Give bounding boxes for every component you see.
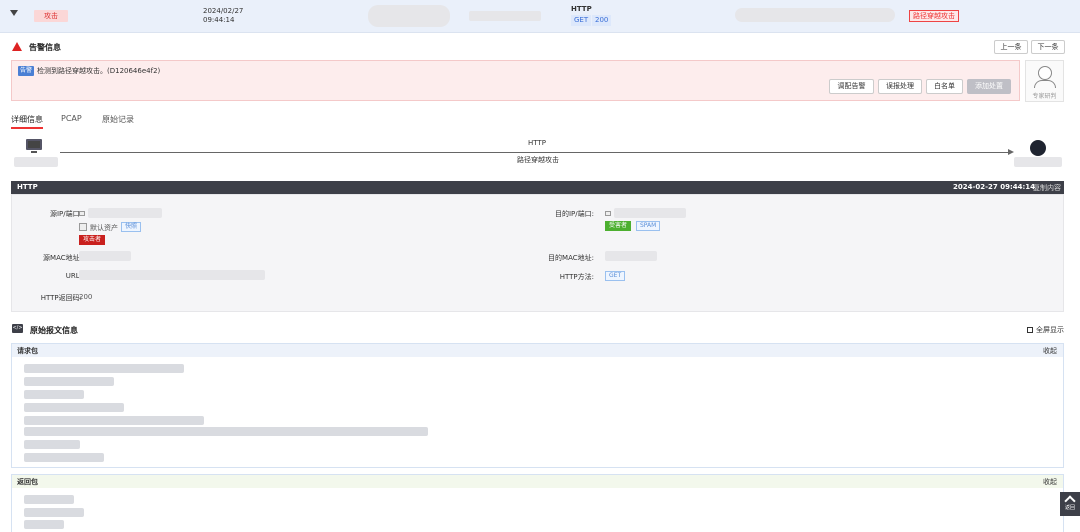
event-date: 2024/02/27 [203, 7, 244, 15]
http-method-tag: GET [605, 271, 626, 281]
globe-icon [1030, 140, 1046, 156]
flow-threat: 路径穿越攻击 [517, 156, 559, 164]
false-positive-button[interactable]: 误报处理 [878, 79, 922, 94]
alert-message: 检测到路径穿越攻击。(D120646e4f2) [37, 67, 161, 75]
dst-flag-icon [605, 211, 611, 216]
http-method-label: HTTP方法: [559, 273, 594, 281]
threat-type-badge: 路径穿越攻击 [909, 10, 959, 22]
tab-raw-record[interactable]: 原始记录 [102, 114, 134, 125]
spam-tag: SPAM [636, 221, 661, 231]
back-to-top-button[interactable]: 返回 [1060, 492, 1080, 516]
redacted-request-line [24, 390, 84, 399]
redacted-src-ip [88, 208, 162, 218]
src-asset: 默认资产 [90, 224, 118, 232]
request-packet-header: 请求包 收起 [12, 344, 1063, 357]
redacted-response-line [24, 520, 64, 529]
redacted-source [368, 5, 450, 27]
http-panel-header: HTTP 2024-02-27 09:44:14 复制内容 [11, 181, 1064, 194]
request-label: 请求包 [17, 347, 38, 355]
tab-pcap[interactable]: PCAP [61, 114, 82, 123]
expert-review-button[interactable]: 专家研判 [1025, 60, 1064, 102]
http-panel-title: HTTP [17, 183, 38, 191]
expert-body-icon [1033, 80, 1056, 88]
protocol-label: HTTP [571, 5, 592, 13]
whitelist-button[interactable]: 白名单 [926, 79, 963, 94]
alert-section-title: 告警信息 [29, 43, 61, 52]
status-code-badge: 200 [592, 15, 612, 26]
dst-ip-label: 目的IP/端口: [554, 210, 594, 218]
redacted-request-line [24, 440, 80, 449]
add-disposal-button[interactable]: 添加处置 [967, 79, 1011, 94]
redacted-request-line [24, 364, 184, 373]
expert-label: 专家研判 [1032, 93, 1057, 100]
fullscreen-icon [1027, 327, 1033, 333]
http-timestamp: 2024-02-27 09:44:14 [953, 183, 1036, 191]
response-packet: 返回包 收起 [11, 474, 1064, 532]
redacted-src-mac [79, 251, 131, 261]
response-collapse-button[interactable]: 收起 [1043, 477, 1057, 487]
event-time: 2024/02/27 09:44:14 [203, 7, 243, 25]
response-label: 返回包 [17, 478, 38, 486]
next-button[interactable]: 下一条 [1031, 40, 1065, 54]
redacted-url [735, 8, 895, 22]
redacted-request-line [24, 416, 204, 425]
copy-content-button[interactable]: 复制内容 [1033, 183, 1061, 193]
configure-alert-button[interactable]: 调配告警 [829, 79, 874, 94]
event-clock: 09:44:14 [203, 16, 235, 24]
redacted-dst-mac [605, 251, 657, 261]
attacker-tag: 攻击者 [79, 235, 106, 245]
attack-tag: 攻击 [34, 10, 68, 22]
redacted-request-line [24, 403, 124, 412]
flow-line [60, 152, 1012, 153]
alert-badge: 告警 [18, 66, 34, 76]
computer-stand-icon [31, 151, 37, 153]
event-summary-row[interactable]: 攻击 2024/02/27 09:44:14 HTTP GET 200 路径穿越… [0, 0, 1080, 33]
flow-arrow-icon [1008, 149, 1014, 155]
redacted-dst-host [1014, 157, 1062, 167]
fullscreen-label: 全屏显示 [1036, 326, 1064, 334]
expert-avatar-icon [1037, 66, 1052, 80]
redacted-src-host [14, 157, 58, 167]
raw-section-title: 原始报文信息 [30, 326, 78, 335]
redacted-request-line [24, 453, 104, 462]
redacted-request-line [24, 427, 428, 436]
snapshot-tag[interactable]: 快照 [121, 222, 142, 232]
code-icon: </> [12, 324, 23, 333]
asset-icon [79, 223, 87, 231]
alert-box: 告警 检测到路径穿越攻击。(D120646e4f2) 调配告警 误报处理 白名单… [11, 60, 1020, 101]
request-packet: 请求包 收起 [11, 343, 1064, 468]
fullscreen-button[interactable]: 全屏显示 [1027, 325, 1064, 335]
warning-icon [12, 42, 22, 51]
flow-protocol: HTTP [528, 139, 546, 147]
src-mac-label: 源MAC地址: [43, 254, 82, 262]
redacted-request-line [24, 377, 114, 386]
collapse-caret-icon[interactable] [10, 10, 18, 16]
dst-mac-label: 目的MAC地址: [548, 254, 594, 262]
http-code-label: HTTP返回码: [40, 294, 82, 302]
src-flag-icon [79, 211, 85, 216]
prev-button[interactable]: 上一条 [994, 40, 1028, 54]
tab-details[interactable]: 详细信息 [11, 114, 43, 129]
url-label: URL: [65, 272, 82, 280]
src-ip-label: 源IP/端口: [49, 210, 82, 218]
redacted-response-line [24, 508, 84, 517]
response-packet-header: 返回包 收起 [12, 475, 1063, 488]
redacted-response-line [24, 495, 74, 504]
redacted-dest [469, 11, 541, 21]
computer-icon [26, 139, 42, 150]
victim-tag: 受害者 [605, 221, 632, 231]
http-code-value: 200 [79, 293, 93, 301]
redacted-url-value [79, 270, 265, 280]
http-details: 源IP/端口: 默认资产 快照 攻击者 目的IP/端口: 受害者 SPAM 源M… [11, 194, 1064, 312]
method-badge: GET [571, 15, 592, 26]
redacted-dst-ip [614, 208, 686, 218]
request-collapse-button[interactable]: 收起 [1043, 346, 1057, 356]
